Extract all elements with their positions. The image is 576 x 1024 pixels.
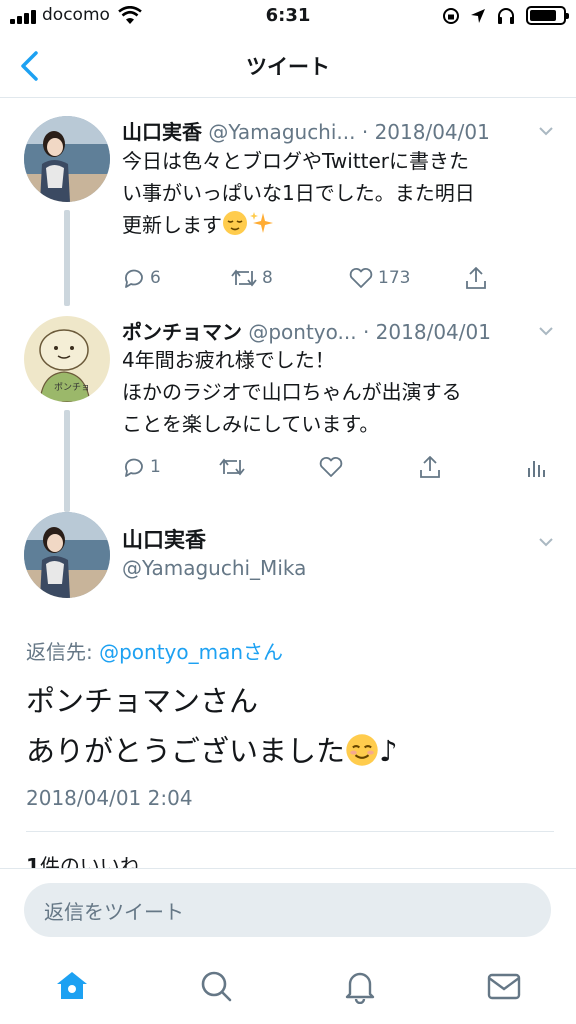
svg-text:ポンチョ: ポンチョ <box>54 382 90 393</box>
share-icon <box>466 267 486 289</box>
tweet-text: 今日は色々とブログやTwitterに書きた い事がいっぱいな1日でした。また明日… <box>122 145 558 241</box>
music-note: ♪ <box>379 734 398 768</box>
tweet-text-line: 更新します <box>122 213 222 237</box>
share-icon <box>420 456 440 478</box>
reply-button[interactable]: 6 <box>122 264 161 292</box>
tweet-author-handle: @Yamaguchi... <box>208 120 356 144</box>
thread-connector <box>64 210 70 306</box>
smiling-face-icon <box>346 734 378 766</box>
reply-icon <box>124 458 143 477</box>
reply-icon <box>124 269 143 288</box>
reply-button[interactable]: 1 <box>122 453 161 481</box>
retweet-button[interactable]: 8 <box>230 264 273 292</box>
notifications-icon[interactable] <box>342 968 378 1004</box>
reply-count: 1 <box>150 457 161 477</box>
relieved-face-icon <box>223 211 247 235</box>
thread-tweet[interactable]: 山口実香 @Yamaguchi... · 2018/04/01 今日は色々とブロ… <box>0 116 576 306</box>
like-count: 173 <box>378 268 411 288</box>
like-button[interactable]: 173 <box>348 264 410 292</box>
tweet-header: 山口実香 @Yamaguchi... · 2018/04/01 <box>122 116 546 146</box>
focus-text-line: ポンチョマンさん <box>26 684 259 718</box>
tweet-text: 4年間お疲れ様でした！ ほかのラジオで山口ちゃんが出演する ことを楽しみにしてい… <box>122 344 558 440</box>
avatar[interactable]: ポンチョ <box>24 316 110 402</box>
like-icon <box>349 267 373 288</box>
chevron-down-icon[interactable] <box>538 123 554 139</box>
reply-prefix: 返信先: <box>26 640 100 664</box>
headphones-icon <box>498 7 514 24</box>
tweet-date: · 2018/04/01 <box>361 120 490 144</box>
tweet-timestamp: 2018/04/01 2:04 <box>26 786 193 810</box>
tweet-text-line: ほかのラジオで山口ちゃんが出演する <box>122 380 462 404</box>
sparkles-icon <box>250 212 273 233</box>
tweet-author-handle: @pontyo... <box>248 320 357 344</box>
tweet-author-name[interactable]: 山口実香 <box>122 120 202 144</box>
share-button[interactable] <box>464 264 488 292</box>
tweet-date: · 2018/04/01 <box>362 320 491 344</box>
focus-author-name[interactable]: 山口実香 <box>122 524 206 554</box>
reply-suffix: さん <box>243 640 284 664</box>
page-title: ツイート <box>246 55 330 79</box>
focus-tweet-text: ポンチョマンさん ありがとうございました ♪ <box>26 676 398 776</box>
chevron-down-icon[interactable] <box>538 534 554 550</box>
search-icon[interactable] <box>198 968 234 1004</box>
thread-connector <box>64 410 70 512</box>
retweet-icon <box>219 458 245 476</box>
battery-icon <box>526 6 569 25</box>
retweet-icon <box>231 269 257 287</box>
retweet-count: 8 <box>262 268 273 288</box>
location-icon <box>471 8 485 23</box>
analytics-button[interactable] <box>526 453 546 481</box>
tweet-text-line: ことを楽しみにしています。 <box>122 412 380 436</box>
chevron-down-icon[interactable] <box>538 323 554 339</box>
reply-composer-bar: 返信をツイート <box>0 868 576 952</box>
like-icon <box>319 456 343 477</box>
avatar[interactable] <box>24 512 110 598</box>
tweet-actions: 1 <box>122 453 552 481</box>
reply-input[interactable]: 返信をツイート <box>24 883 551 937</box>
tweet-text-line: 4年間お疲れ様でした！ <box>122 348 335 372</box>
tweet-author-name[interactable]: ポンチョマン <box>122 320 242 344</box>
reply-context: 返信先: @pontyo_manさん <box>26 636 283 665</box>
retweet-button[interactable] <box>218 453 246 481</box>
messages-icon[interactable] <box>486 968 522 1004</box>
tweet-text-line: い事がいっぱいな1日でした。また明日 <box>122 181 475 205</box>
reply-count: 6 <box>150 268 161 288</box>
avatar[interactable] <box>24 116 110 202</box>
focus-text-line: ありがとうございました <box>26 734 346 768</box>
share-button[interactable] <box>418 453 442 481</box>
navigation-bar: ツイート <box>0 36 576 98</box>
tab-bar <box>0 952 576 1024</box>
like-button[interactable] <box>318 453 344 481</box>
home-icon[interactable] <box>54 968 90 1004</box>
reply-target-link[interactable]: @pontyo_man <box>99 640 243 664</box>
tweet-actions: 6 8 173 <box>122 264 552 292</box>
rotation-lock-icon <box>443 7 459 24</box>
tweet-header: ポンチョマン @pontyo... · 2018/04/01 <box>122 316 546 346</box>
divider <box>26 831 554 832</box>
focus-author-handle[interactable]: @Yamaguchi_Mika <box>122 556 306 580</box>
analytics-icon <box>528 461 545 477</box>
thread-tweet[interactable]: ポンチョ ポンチョマン @pontyo... · 2018/04/01 4年間お… <box>0 316 576 512</box>
tweet-text-line: 今日は色々とブログやTwitterに書きた <box>122 149 470 173</box>
status-bar: docomo 6:31 <box>0 0 576 36</box>
